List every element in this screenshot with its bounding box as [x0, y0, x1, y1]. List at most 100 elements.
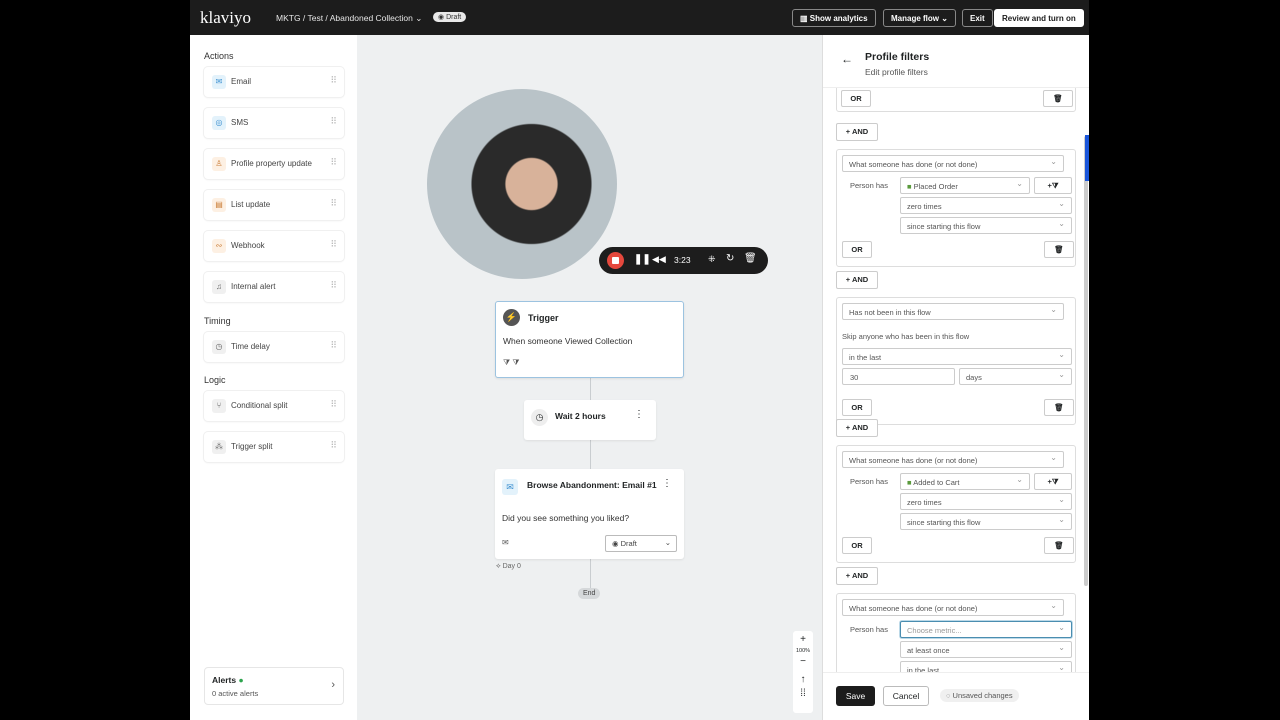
grid-view-button[interactable]: ⁞⁞	[793, 687, 813, 701]
drag-handle-icon[interactable]: ⠿	[330, 280, 337, 291]
trigger-description: When someone Viewed Collection	[503, 336, 633, 346]
email-status-dropdown[interactable]: ◉ Draft ⌄	[605, 535, 677, 552]
sidebar-item-time-delay[interactable]: ◷ Time delay ⠿	[204, 332, 344, 362]
show-analytics-button[interactable]: ▥ Show analytics	[792, 9, 876, 27]
or-button[interactable]: OR	[841, 90, 871, 107]
add-and-button[interactable]: + AND	[836, 271, 878, 289]
day-text: Day 0	[502, 563, 521, 570]
trigger-card[interactable]: ⚡ Trigger When someone Viewed Collection…	[495, 301, 684, 378]
metric-select[interactable]: ■ Added to Cart	[900, 473, 1030, 490]
delete-button[interactable]: 🗑	[1044, 399, 1074, 416]
or-row: OR 🗑	[836, 88, 1076, 111]
add-and-button[interactable]: + AND	[836, 419, 878, 437]
review-and-turn-on-button[interactable]: Review and turn on	[994, 9, 1084, 27]
days-value-input[interactable]: 30	[842, 368, 955, 385]
drag-handle-icon[interactable]: ⠿	[330, 198, 337, 209]
profile-filters-panel: ← Profile filters Edit profile filters O…	[822, 35, 1089, 720]
shopify-icon: ■	[907, 182, 914, 191]
more-icon[interactable]: ⋮	[634, 409, 644, 420]
email-card[interactable]: ✉ Browse Abandonment: Email #1 ⋮ Did you…	[495, 469, 684, 559]
fit-view-button[interactable]: ↑	[793, 673, 813, 687]
back-arrow-icon[interactable]: ←	[841, 52, 853, 66]
restart-icon[interactable]: ↻	[726, 253, 734, 264]
split-icon: ⑂	[212, 399, 226, 413]
alerts-card[interactable]: Alerts ● 0 active alerts ›	[204, 667, 344, 705]
delete-button[interactable]: 🗑	[1044, 241, 1074, 258]
mail-icon: ✉	[502, 479, 518, 495]
sidebar-item-trigger-split[interactable]: ⁂ Trigger split ⠿	[204, 432, 344, 462]
drag-handle-icon[interactable]: ⠿	[330, 340, 337, 351]
timeframe-select[interactable]: since starting this flow	[900, 217, 1072, 234]
frequency-select[interactable]: zero times	[900, 197, 1072, 214]
delete-button[interactable]: 🗑	[1044, 537, 1074, 554]
sidebar-item-label: List update	[231, 200, 271, 209]
drag-handle-icon[interactable]: ⠿	[330, 399, 337, 410]
or-button[interactable]: OR	[842, 241, 872, 258]
delete-button[interactable]: 🗑	[1043, 90, 1073, 107]
unit-select[interactable]: days	[959, 368, 1072, 385]
add-and-button[interactable]: + AND	[836, 567, 878, 585]
exit-button[interactable]: Exit	[962, 9, 993, 27]
drag-handle-icon[interactable]: ⠿	[330, 239, 337, 250]
frequency-select[interactable]: zero times	[900, 493, 1072, 510]
condition-type-select[interactable]: What someone has done (or not done)	[842, 599, 1064, 616]
sidebar-item-webhook[interactable]: ∾ Webhook ⠿	[204, 231, 344, 261]
sidebar: Actions Timing Logic Alerts ● 0 active a…	[190, 35, 357, 720]
drag-handle-icon[interactable]: ⠿	[330, 75, 337, 86]
zoom-in-button[interactable]: +	[793, 633, 813, 647]
sidebar-item-email[interactable]: ✉ Email ⠿	[204, 67, 344, 97]
sidebar-item-label: Internal alert	[231, 282, 276, 291]
sidebar-item-conditional-split[interactable]: ⑂ Conditional split ⠿	[204, 391, 344, 421]
rewind-icon[interactable]: ◀◀	[652, 254, 666, 265]
alerts-title-text: Alerts	[212, 675, 237, 685]
person-icon: ♙	[212, 157, 226, 171]
chevron-down-icon: ⌄	[415, 13, 423, 23]
range-select[interactable]: in the last	[842, 348, 1072, 365]
sidebar-item-list-update[interactable]: ▤ List update ⠿	[204, 190, 344, 220]
drag-handle-icon[interactable]: ⠿	[330, 116, 337, 127]
timing-heading: Timing	[204, 316, 231, 326]
flow-canvas[interactable]: ❚❚ ◀◀ 3:23 ⁜ ↻ 🗑 ⚡ Trigger When someone …	[357, 35, 822, 720]
timeframe-select[interactable]: in the last	[900, 661, 1072, 672]
add-filter-button[interactable]: +⧩	[1034, 473, 1072, 490]
scrollbar[interactable]	[1084, 136, 1088, 586]
label: Show analytics	[809, 14, 868, 23]
filters-scroll[interactable]: OR 🗑 + AND What someone has done (or not do…	[823, 88, 1089, 672]
metric-select[interactable]: Choose metric...	[900, 621, 1072, 638]
stop-record-button[interactable]	[607, 252, 624, 269]
manage-flow-button[interactable]: Manage flow ⌄	[883, 9, 956, 27]
or-button[interactable]: OR	[842, 399, 872, 416]
wait-card[interactable]: ◷ Wait 2 hours ⋮	[524, 400, 656, 440]
sidebar-item-internal-alert[interactable]: ♫ Internal alert ⠿	[204, 272, 344, 302]
save-button[interactable]: Save	[836, 686, 875, 706]
metric-select[interactable]: ■ Placed Order	[900, 177, 1030, 194]
zoom-out-button[interactable]: −	[793, 655, 813, 669]
breadcrumb[interactable]: MKTG / Test / Abandoned Collection ⌄	[276, 13, 422, 24]
drag-handle-icon[interactable]: ⠿	[330, 157, 337, 168]
recorder-controls: ❚❚ ◀◀ 3:23 ⁜ ↻ 🗑	[599, 247, 768, 274]
day-label: ⟡ Day 0	[496, 563, 521, 570]
trash-icon[interactable]: 🗑	[744, 253, 757, 264]
add-and-button[interactable]: + AND	[836, 123, 878, 141]
sidebar-item-sms[interactable]: ◎ SMS ⠿	[204, 108, 344, 138]
sidebar-item-profile-property-update[interactable]: ♙ Profile property update ⠿	[204, 149, 344, 179]
condition-type-select[interactable]: What someone has done (or not done)	[842, 451, 1064, 468]
mail-icon: ✉	[212, 75, 226, 89]
unsaved-text: Unsaved changes	[952, 691, 1013, 700]
email-preview-icon[interactable]: ✉	[502, 538, 509, 547]
clock-icon: ◷	[531, 409, 548, 426]
condition-type-select[interactable]: Has not been in this flow	[842, 303, 1064, 320]
more-icon[interactable]: ⋮	[662, 478, 672, 489]
or-button[interactable]: OR	[842, 537, 872, 554]
email-subject: Did you see something you liked?	[502, 513, 630, 523]
add-filter-button[interactable]: +⧩	[1034, 177, 1072, 194]
grid-icon[interactable]: ⁜	[708, 254, 716, 265]
cancel-button[interactable]: Cancel	[883, 686, 929, 706]
sidebar-item-label: Conditional split	[231, 401, 288, 410]
filter-block: What someone has done (or not done) Perso…	[836, 593, 1076, 672]
pause-icon[interactable]: ❚❚	[634, 254, 651, 265]
drag-handle-icon[interactable]: ⠿	[330, 440, 337, 451]
frequency-select[interactable]: at least once	[900, 641, 1072, 658]
condition-type-select[interactable]: What someone has done (or not done)	[842, 155, 1064, 172]
timeframe-select[interactable]: since starting this flow	[900, 513, 1072, 530]
